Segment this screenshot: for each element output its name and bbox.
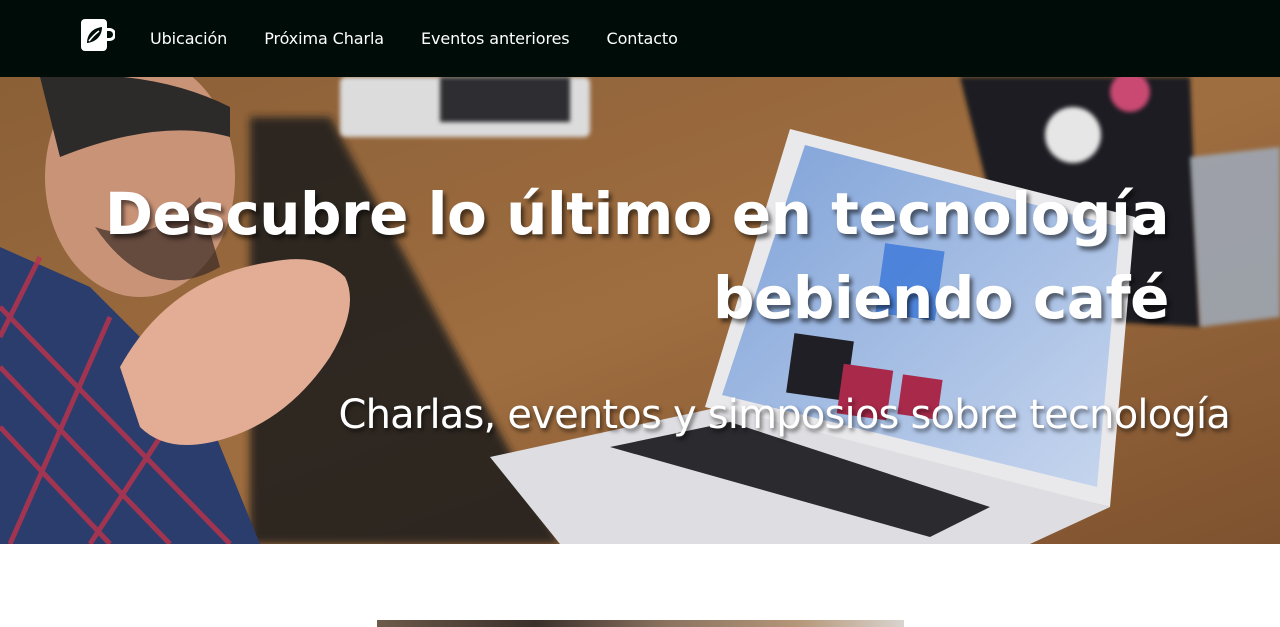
logo-icon[interactable] <box>81 19 116 53</box>
hero-title-line1: Descubre lo último en tecnología <box>104 180 1170 248</box>
nav-links: Ubicación Próxima Charla Eventos anterio… <box>150 0 715 77</box>
nav-link-proxima-charla[interactable]: Próxima Charla <box>264 29 384 48</box>
nav-link-ubicacion[interactable]: Ubicación <box>150 29 227 48</box>
top-navbar: Ubicación Próxima Charla Eventos anterio… <box>0 0 1280 77</box>
nav-link-eventos-anteriores[interactable]: Eventos anteriores <box>421 29 570 48</box>
section-image <box>377 620 904 627</box>
hero-title: Descubre lo último en tecnología bebiend… <box>69 172 1170 340</box>
nav-link-contacto[interactable]: Contacto <box>607 29 678 48</box>
hero-section: Descubre lo último en tecnología bebiend… <box>0 77 1280 544</box>
hero-title-line2: bebiendo café <box>712 264 1170 332</box>
hero-subtitle: Charlas, eventos y simposios sobre tecno… <box>338 392 1230 438</box>
